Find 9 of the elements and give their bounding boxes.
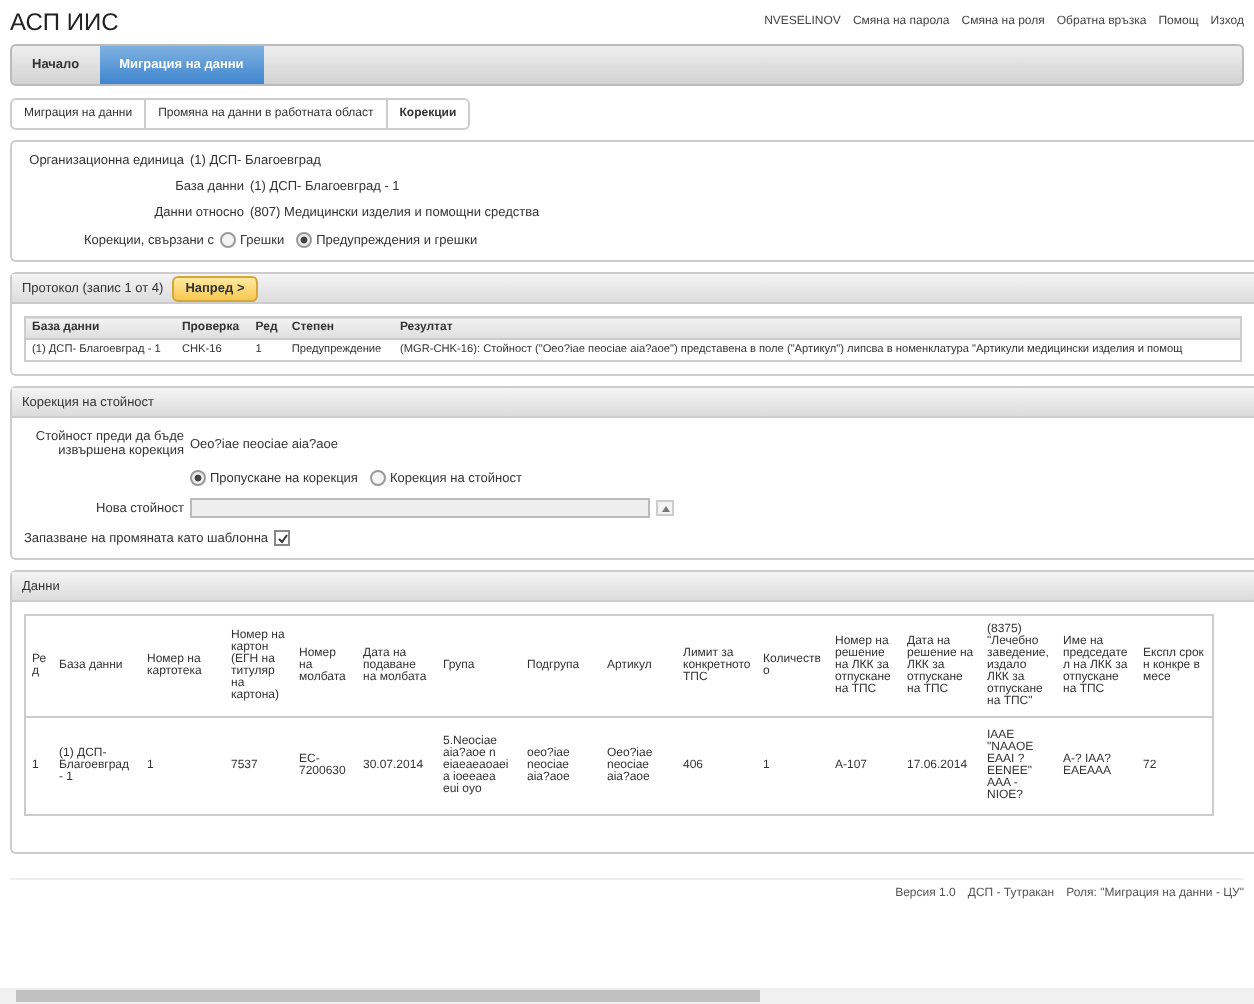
checkbox[interactable] bbox=[274, 530, 291, 546]
horizontal-scrollbar[interactable] bbox=[0, 988, 1254, 1004]
caret-icon bbox=[661, 505, 669, 511]
dropdown-button[interactable] bbox=[656, 500, 674, 516]
app-title: АСП ИИС bbox=[10, 8, 119, 36]
radio-button[interactable] bbox=[220, 232, 236, 248]
radio-button[interactable] bbox=[190, 470, 206, 486]
radio-button[interactable] bbox=[369, 470, 386, 486]
radio-button[interactable] bbox=[296, 232, 313, 248]
